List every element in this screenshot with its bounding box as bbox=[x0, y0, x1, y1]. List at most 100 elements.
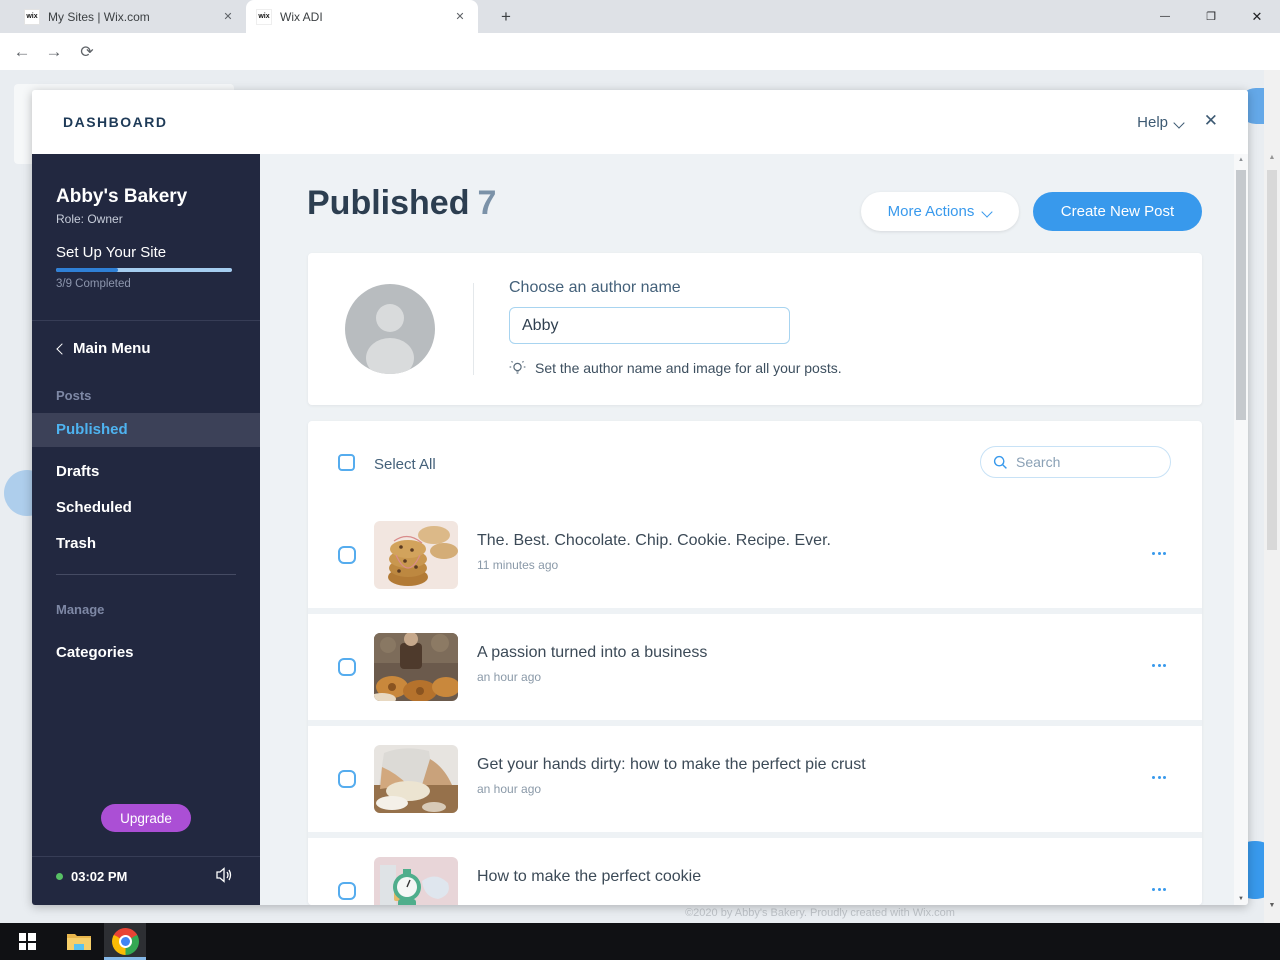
upgrade-button[interactable]: Upgrade bbox=[101, 804, 191, 832]
post-row[interactable]: Get your hands dirty: how to make the pe… bbox=[308, 726, 1202, 832]
windows-logo-icon bbox=[18, 933, 36, 950]
sidebar-item-drafts[interactable]: Drafts bbox=[32, 455, 260, 489]
new-tab-button[interactable] bbox=[494, 6, 518, 28]
post-menu-button[interactable] bbox=[1152, 552, 1166, 555]
dashboard-modal: DASHBOARD Help Abby's Bakery Role: Owner… bbox=[32, 90, 1248, 905]
author-avatar[interactable] bbox=[345, 284, 435, 374]
select-all-label: Select All bbox=[374, 456, 436, 473]
chevron-down-icon bbox=[983, 207, 992, 216]
dashboard-scrollbar[interactable] bbox=[1234, 154, 1248, 905]
setup-progress-label: 3/9 Completed bbox=[56, 278, 131, 290]
forward-button[interactable] bbox=[40, 38, 68, 66]
page-scrollbar[interactable] bbox=[1264, 70, 1280, 923]
post-row[interactable]: The. Best. Chocolate. Chip. Cookie. Reci… bbox=[308, 502, 1202, 608]
tab-title: My Sites | Wix.com bbox=[48, 9, 150, 24]
post-title[interactable]: The. Best. Chocolate. Chip. Cookie. Reci… bbox=[477, 532, 831, 550]
divider bbox=[473, 283, 474, 375]
post-thumbnail-scale[interactable] bbox=[374, 857, 458, 905]
main-menu-label: Main Menu bbox=[73, 340, 151, 357]
refresh-button[interactable] bbox=[73, 38, 101, 66]
ellipsis-icon bbox=[1152, 664, 1155, 667]
post-thumbnail-dough[interactable] bbox=[374, 745, 458, 813]
chrome-taskbar-button[interactable] bbox=[104, 923, 146, 960]
dashboard-header: DASHBOARD Help bbox=[32, 90, 1248, 154]
post-time: an hour ago bbox=[477, 670, 542, 684]
manage-section-label: Manage bbox=[56, 602, 105, 617]
scroll-up-icon[interactable] bbox=[1234, 157, 1248, 163]
post-thumbnail-cookies[interactable] bbox=[374, 521, 458, 589]
search-input[interactable] bbox=[1016, 454, 1158, 470]
select-all-checkbox[interactable] bbox=[338, 454, 355, 471]
page-scrollbar-thumb[interactable] bbox=[1267, 170, 1277, 550]
window-minimize-button[interactable] bbox=[1142, 0, 1188, 33]
file-explorer-button[interactable] bbox=[56, 923, 102, 960]
posts-section-label: Posts bbox=[56, 388, 92, 403]
ellipsis-icon bbox=[1152, 888, 1155, 891]
tab-close-icon[interactable] bbox=[220, 9, 236, 25]
post-title[interactable]: A passion turned into a business bbox=[477, 644, 707, 662]
sidebar-item-scheduled[interactable]: Scheduled bbox=[32, 491, 260, 525]
site-footer-text: ©2020 by Abby's Bakery. Proudly created … bbox=[685, 907, 955, 919]
sidebar-item-published[interactable]: Published bbox=[32, 413, 260, 447]
person-icon bbox=[366, 304, 414, 374]
browser-toolbar: wix.com/website/builder/?referral=split%… bbox=[0, 33, 1280, 98]
speaker-icon[interactable] bbox=[216, 867, 234, 888]
post-menu-button[interactable] bbox=[1152, 776, 1166, 779]
status-dot bbox=[56, 873, 63, 880]
published-posts-panel: Published 7 More Actions Create New Post … bbox=[260, 154, 1248, 905]
help-label: Help bbox=[1137, 114, 1168, 131]
ellipsis-icon bbox=[1152, 552, 1155, 555]
scroll-down-icon[interactable] bbox=[1234, 896, 1248, 902]
author-hint: Set the author name and image for all yo… bbox=[535, 360, 842, 376]
author-card: Choose an author name Set the author nam… bbox=[308, 253, 1202, 405]
back-button[interactable] bbox=[8, 38, 36, 66]
scroll-down-icon[interactable] bbox=[1264, 902, 1280, 909]
post-title[interactable]: Get your hands dirty: how to make the pe… bbox=[477, 756, 866, 774]
dashboard-title: DASHBOARD bbox=[63, 114, 168, 130]
more-actions-button[interactable]: More Actions bbox=[861, 192, 1019, 231]
time-label: 03:02 PM bbox=[71, 869, 128, 884]
post-title[interactable]: How to make the perfect cookie bbox=[477, 868, 701, 886]
dashboard-scrollbar-thumb[interactable] bbox=[1236, 170, 1246, 420]
page-title: Published 7 bbox=[307, 184, 496, 223]
site-name: Abby's Bakery bbox=[56, 186, 188, 207]
scroll-up-icon[interactable] bbox=[1264, 154, 1280, 161]
post-row[interactable]: A passion turned into a business an hour… bbox=[308, 614, 1202, 720]
main-menu-button[interactable]: Main Menu bbox=[56, 340, 151, 357]
browser-tab-wix-adi[interactable]: wix Wix ADI bbox=[246, 0, 478, 33]
sidebar-item-categories[interactable]: Categories bbox=[32, 636, 260, 670]
setup-progress-bar bbox=[56, 268, 232, 272]
more-actions-label: More Actions bbox=[887, 203, 975, 220]
setup-title[interactable]: Set Up Your Site bbox=[56, 244, 166, 261]
post-checkbox[interactable] bbox=[338, 658, 356, 676]
post-menu-button[interactable] bbox=[1152, 664, 1166, 667]
create-new-post-button[interactable]: Create New Post bbox=[1033, 192, 1202, 231]
browser-tab-my-sites[interactable]: wix My Sites | Wix.com bbox=[14, 0, 246, 33]
role-label: Role: Owner bbox=[56, 212, 123, 226]
ellipsis-icon bbox=[1152, 776, 1155, 779]
sidebar-item-trash[interactable]: Trash bbox=[32, 527, 260, 561]
post-time: 11 minutes ago bbox=[477, 558, 559, 572]
chevron-left-icon bbox=[56, 345, 64, 353]
post-menu-button[interactable] bbox=[1152, 888, 1166, 891]
wix-favicon-icon: wix bbox=[24, 8, 40, 25]
chrome-icon bbox=[111, 928, 139, 955]
window-restore-button[interactable] bbox=[1188, 0, 1234, 33]
post-checkbox[interactable] bbox=[338, 882, 356, 900]
help-button[interactable]: Help bbox=[1137, 114, 1184, 131]
dashboard-close-button[interactable] bbox=[1204, 111, 1218, 131]
post-count: 7 bbox=[477, 184, 497, 222]
post-checkbox[interactable] bbox=[338, 546, 356, 564]
tab-close-icon[interactable] bbox=[452, 9, 468, 25]
search-box[interactable] bbox=[980, 446, 1171, 478]
setup-progress-fill bbox=[56, 268, 118, 272]
author-name-input[interactable] bbox=[509, 307, 790, 344]
sidebar-divider bbox=[32, 320, 260, 321]
chevron-down-icon bbox=[1175, 118, 1184, 127]
start-button[interactable] bbox=[4, 923, 50, 960]
post-checkbox[interactable] bbox=[338, 770, 356, 788]
post-row[interactable]: How to make the perfect cookie bbox=[308, 838, 1202, 905]
search-icon bbox=[993, 455, 1007, 469]
post-thumbnail-bakery[interactable] bbox=[374, 633, 458, 701]
window-close-button[interactable] bbox=[1234, 0, 1280, 33]
